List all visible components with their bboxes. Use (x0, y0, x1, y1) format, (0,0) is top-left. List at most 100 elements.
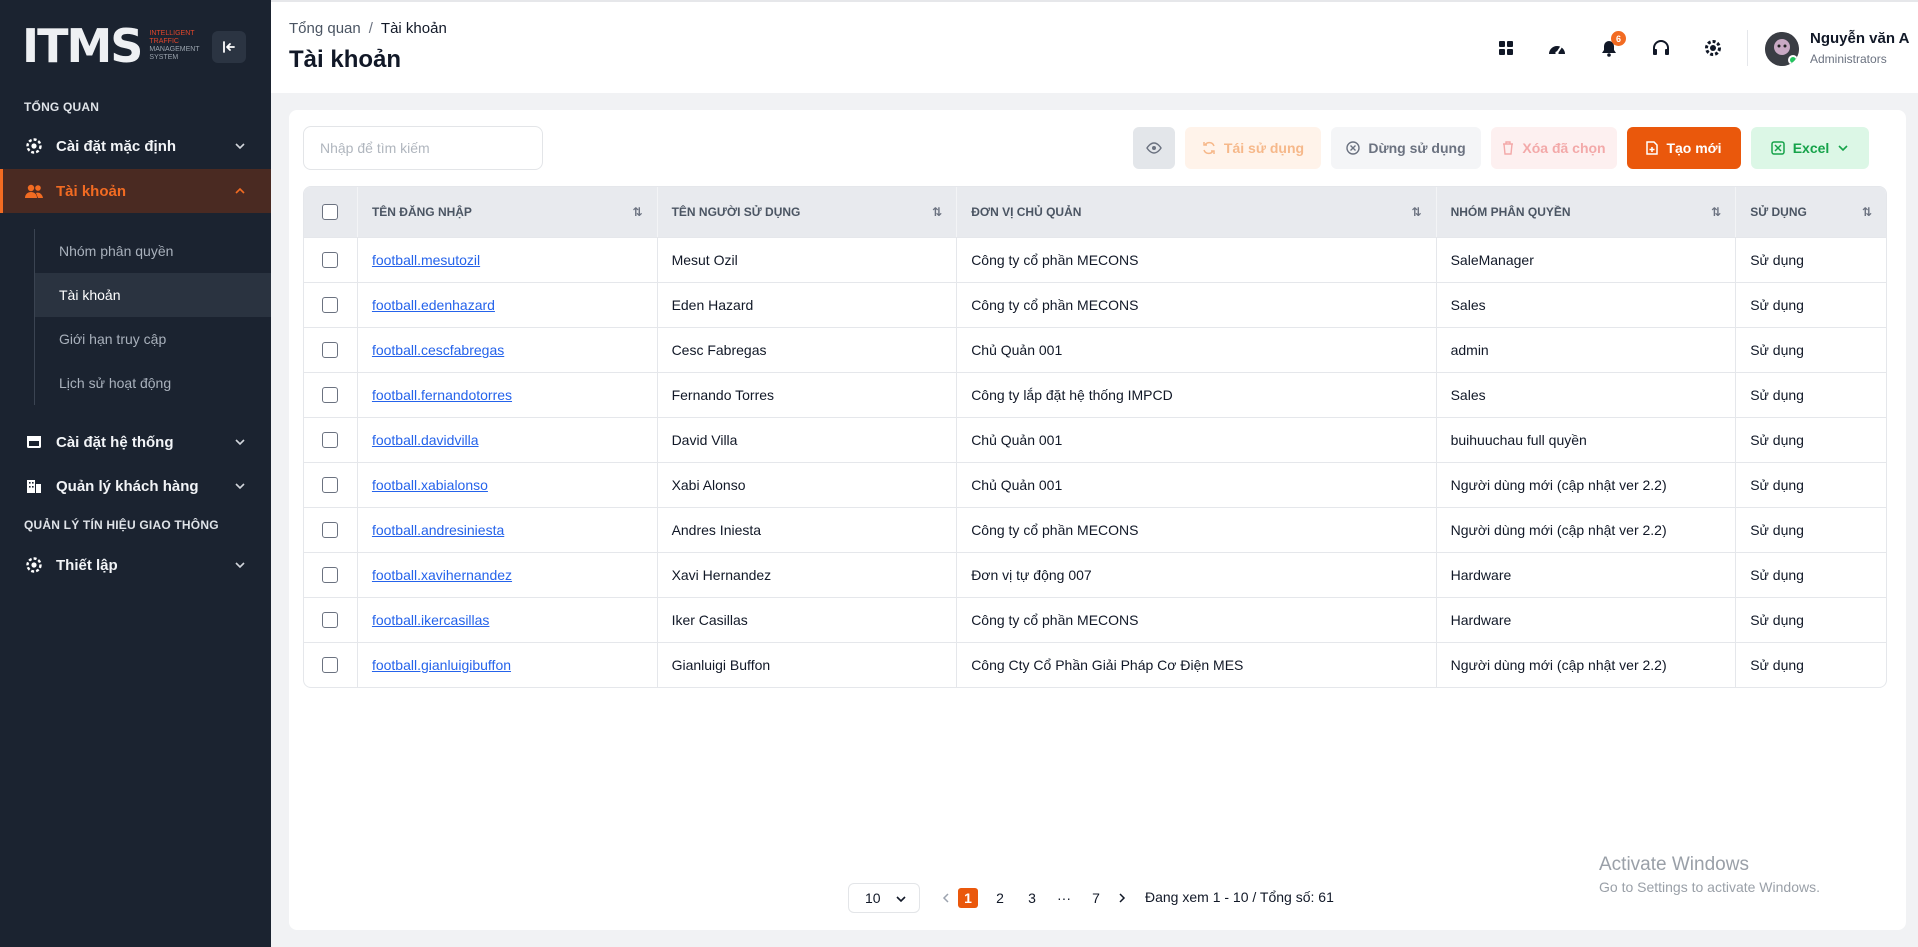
delete-selected-button[interactable]: Xóa đã chọn (1491, 127, 1617, 169)
next-page-button[interactable] (1112, 888, 1132, 908)
status-cell: Sử dụng (1750, 432, 1804, 448)
username-link[interactable]: football.xavihernandez (372, 567, 512, 583)
username-link[interactable]: football.andresiniesta (372, 522, 504, 538)
row-checkbox[interactable] (322, 477, 339, 493)
unit-cell: Công ty cổ phần MECONS (957, 597, 1437, 643)
select-all-checkbox[interactable] (322, 204, 339, 220)
fullname-cell: Xavi Hernandez (658, 552, 958, 598)
username-link[interactable]: football.xabialonso (372, 477, 488, 493)
stop-using-button[interactable]: Dừng sử dụng (1331, 127, 1481, 169)
collapse-sidebar-button[interactable] (212, 31, 246, 63)
excel-export-button[interactable]: Excel (1751, 127, 1869, 169)
sidebar-subitem-access-limit[interactable]: Giới hạn truy cập (34, 317, 271, 361)
username-link[interactable]: football.ikercasillas (372, 612, 490, 628)
search-input[interactable] (303, 126, 543, 170)
notifications-button[interactable]: 6 (1597, 31, 1626, 60)
dashboard-button[interactable] (1545, 36, 1569, 60)
logo-sub-line: SYSTEM (149, 54, 179, 61)
create-new-button[interactable]: Tạo mới (1627, 127, 1741, 169)
status-cell: Sử dụng (1750, 477, 1804, 493)
toggle-columns-button[interactable] (1133, 127, 1175, 169)
username-cell: football.mesutozil (358, 237, 658, 283)
sidebar-item-system-settings[interactable]: Cài đặt hệ thống (0, 420, 271, 464)
apps-grid-button[interactable] (1494, 36, 1518, 60)
sort-icon[interactable]: ⇅ (633, 205, 643, 219)
sidebar-item-setup[interactable]: Thiết lập (0, 543, 271, 587)
breadcrumb-root[interactable]: Tổng quan (289, 20, 361, 37)
username-link[interactable]: football.gianluigibuffon (372, 657, 511, 673)
sort-icon[interactable]: ⇅ (1862, 205, 1872, 219)
column-header-unit[interactable]: ĐƠN VỊ CHỦ QUẢN ⇅ (957, 187, 1437, 237)
unit-cell: Công ty lắp đặt hệ thống IMPCD (957, 372, 1437, 418)
page-button-1[interactable]: 1 (958, 888, 978, 908)
row-checkbox[interactable] (322, 387, 339, 403)
username-link[interactable]: football.mesutozil (372, 252, 480, 268)
user-role: Administrators (1810, 52, 1887, 66)
page-button-2[interactable]: 2 (990, 888, 1010, 908)
row-checkbox[interactable] (322, 522, 339, 538)
table-row: football.gianluigibuffon Gianluigi Buffo… (304, 642, 1886, 687)
row-checkbox[interactable] (322, 297, 339, 313)
row-select-cell (304, 462, 358, 508)
row-checkbox[interactable] (322, 342, 339, 358)
row-select-cell (304, 327, 358, 373)
sidebar-item-default-settings[interactable]: Cài đặt mặc định (0, 124, 271, 168)
status-cell: Sử dụng (1750, 297, 1804, 313)
fullname-cell: David Villa (658, 417, 958, 463)
row-checkbox[interactable] (322, 432, 339, 448)
username-link[interactable]: football.davidvilla (372, 432, 479, 448)
support-button[interactable] (1649, 36, 1673, 60)
username-link[interactable]: football.fernandotorres (372, 387, 512, 403)
sidebar-item-customer-management[interactable]: Quản lý khách hàng (0, 464, 271, 508)
sidebar-item-label: Cài đặt hệ thống (56, 433, 174, 451)
username-cell: football.fernandotorres (358, 372, 658, 418)
column-header-fullname[interactable]: TÊN NGƯỜI SỬ DỤNG ⇅ (658, 187, 958, 237)
sort-icon[interactable]: ⇅ (1412, 205, 1422, 219)
sidebar-subitem-accounts[interactable]: Tài khoản (34, 273, 271, 317)
reuse-button[interactable]: Tái sử dụng (1185, 127, 1321, 169)
sidebar-subitem-activity-history[interactable]: Lịch sử hoạt động (34, 361, 271, 405)
sidebar: ITMS INTELLIGENT TRAFFIC MANAGEMENT SYST… (0, 0, 271, 947)
column-header-permission-group[interactable]: NHÓM PHÂN QUYỀN ⇅ (1437, 187, 1737, 237)
avatar[interactable] (1765, 32, 1799, 66)
sidebar-item-accounts[interactable]: Tài khoản (0, 169, 271, 213)
column-header-username[interactable]: TÊN ĐĂNG NHẬP ⇅ (358, 187, 658, 237)
username-link[interactable]: football.cescfabregas (372, 342, 504, 358)
prev-page-button[interactable] (936, 888, 956, 908)
windows-activation-watermark: Activate Windows Go to Settings to activ… (1599, 854, 1820, 895)
row-checkbox[interactable] (322, 612, 339, 628)
row-checkbox[interactable] (322, 567, 339, 583)
row-checkbox[interactable] (322, 252, 339, 268)
column-header-label: NHÓM PHÂN QUYỀN (1450, 205, 1571, 219)
permission-group-cell: SaleManager (1437, 237, 1737, 283)
header-divider (1747, 30, 1748, 66)
trash-icon (1503, 141, 1514, 155)
page-ellipsis[interactable]: ··· (1054, 888, 1074, 908)
column-header-label: TÊN NGƯỜI SỬ DỤNG (671, 205, 801, 219)
sort-icon[interactable]: ⇅ (1711, 205, 1721, 219)
row-checkbox[interactable] (322, 657, 339, 673)
sidebar-subitem-permission-groups[interactable]: Nhóm phân quyền (34, 229, 271, 273)
logo-sub-line: MANAGEMENT (149, 46, 200, 53)
table-row: football.davidvilla David Villa Chủ Quản… (304, 417, 1886, 463)
eye-icon (1146, 142, 1162, 154)
column-header-status[interactable]: SỬ DỤNG ⇅ (1736, 187, 1886, 237)
accounts-table: TÊN ĐĂNG NHẬP ⇅ TÊN NGƯỜI SỬ DỤNG ⇅ ĐƠN VỊ… (303, 186, 1887, 688)
user-name[interactable]: Nguyễn văn A (1810, 30, 1909, 47)
app-logo[interactable]: ITMS INTELLIGENT TRAFFIC MANAGEMENT SYST… (22, 23, 207, 69)
page-button-3[interactable]: 3 (1022, 888, 1042, 908)
page-size-select[interactable]: 10 (848, 883, 920, 913)
status-cell: Sử dụng (1750, 612, 1804, 628)
sort-icon[interactable]: ⇅ (932, 205, 942, 219)
fullname-cell: Cesc Fabregas (658, 327, 958, 373)
permission-group-cell: Người dùng mới (cập nhật ver 2.2) (1437, 462, 1737, 508)
row-select-cell (304, 552, 358, 598)
username-cell: football.cescfabregas (358, 327, 658, 373)
permission-group-cell: Sales (1437, 282, 1737, 328)
breadcrumb-separator: / (368, 20, 373, 37)
sidebar-item-label: Tài khoản (56, 182, 127, 200)
username-link[interactable]: football.edenhazard (372, 297, 495, 313)
settings-button[interactable] (1701, 36, 1725, 60)
row-select-cell (304, 417, 358, 463)
page-button-7[interactable]: 7 (1086, 888, 1106, 908)
